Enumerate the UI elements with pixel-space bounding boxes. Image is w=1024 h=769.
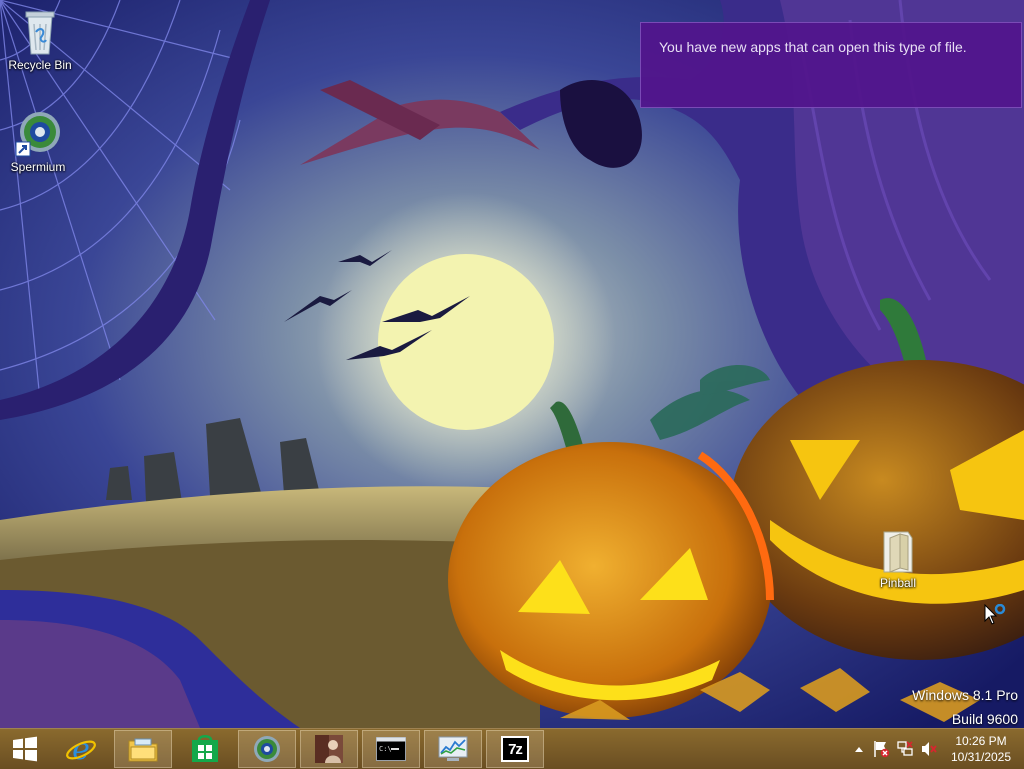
recycle-bin-desktop-icon[interactable]: Recycle Bin (2, 6, 78, 72)
show-hidden-icons-button[interactable] (850, 740, 868, 758)
taskbar-clock[interactable]: 10:26 PM 10/31/2025 (944, 733, 1018, 765)
internet-explorer-icon: e (66, 733, 96, 765)
recycle-bin-icon (25, 11, 55, 55)
taskbar-7zip[interactable]: 7z (486, 730, 544, 768)
resource-monitor-icon (438, 736, 468, 761)
new-apps-notification[interactable]: You have new apps that can open this typ… (640, 22, 1022, 108)
recycle-bin-label: Recycle Bin (8, 58, 72, 72)
mouse-cursor (984, 604, 1006, 625)
image-app-icon (315, 735, 343, 763)
7zip-icon: 7z (501, 736, 529, 762)
taskbar-internet-explorer[interactable]: e (52, 730, 110, 768)
clock-date: 10/31/2025 (950, 750, 1012, 764)
os-watermark: Windows 8.1 Pro Build 9600 (912, 683, 1018, 731)
taskbar-windows-store[interactable] (176, 730, 234, 768)
spermium-label: Spermium (10, 160, 66, 174)
7zip-icon-text: 7z (508, 740, 523, 758)
pinball-desktop-icon[interactable]: Pinball (860, 528, 936, 590)
spermium-icon (15, 112, 60, 157)
taskbar-resource-monitor[interactable] (424, 730, 482, 768)
windows-start-icon (13, 736, 37, 762)
start-button[interactable] (0, 730, 50, 768)
volume-tray-icon[interactable] (920, 740, 938, 758)
desktop-wallpaper (0, 0, 1024, 728)
file-explorer-icon (128, 738, 158, 762)
os-edition: Windows 8.1 Pro (912, 687, 1018, 703)
spermium-desktop-icon[interactable]: Spermium (0, 110, 76, 174)
svg-text:C:\: C:\ (379, 745, 392, 753)
action-center-flag-icon (874, 741, 890, 758)
taskbar-file-explorer[interactable] (114, 730, 172, 768)
command-prompt-icon: C:\ (376, 737, 406, 761)
network-icon (897, 741, 913, 756)
volume-muted-icon (922, 742, 937, 756)
spermium-app-icon (254, 736, 280, 762)
taskbar-command-prompt[interactable]: C:\ (362, 730, 420, 768)
notification-text: You have new apps that can open this typ… (659, 39, 967, 55)
folder-icon (883, 531, 913, 573)
network-tray-icon[interactable] (896, 740, 914, 758)
clock-time: 10:26 PM (955, 734, 1007, 748)
taskbar-spermium[interactable] (238, 730, 296, 768)
taskbar: e C:\ 7z 10:26 PM 10/31/2025 (0, 728, 1024, 769)
action-center-tray-icon[interactable] (872, 740, 890, 758)
taskbar-image-app[interactable] (300, 730, 358, 768)
windows-store-icon (192, 735, 218, 762)
chevron-up-icon (855, 747, 863, 752)
svg-text:e: e (72, 733, 90, 765)
pinball-label: Pinball (879, 576, 917, 590)
